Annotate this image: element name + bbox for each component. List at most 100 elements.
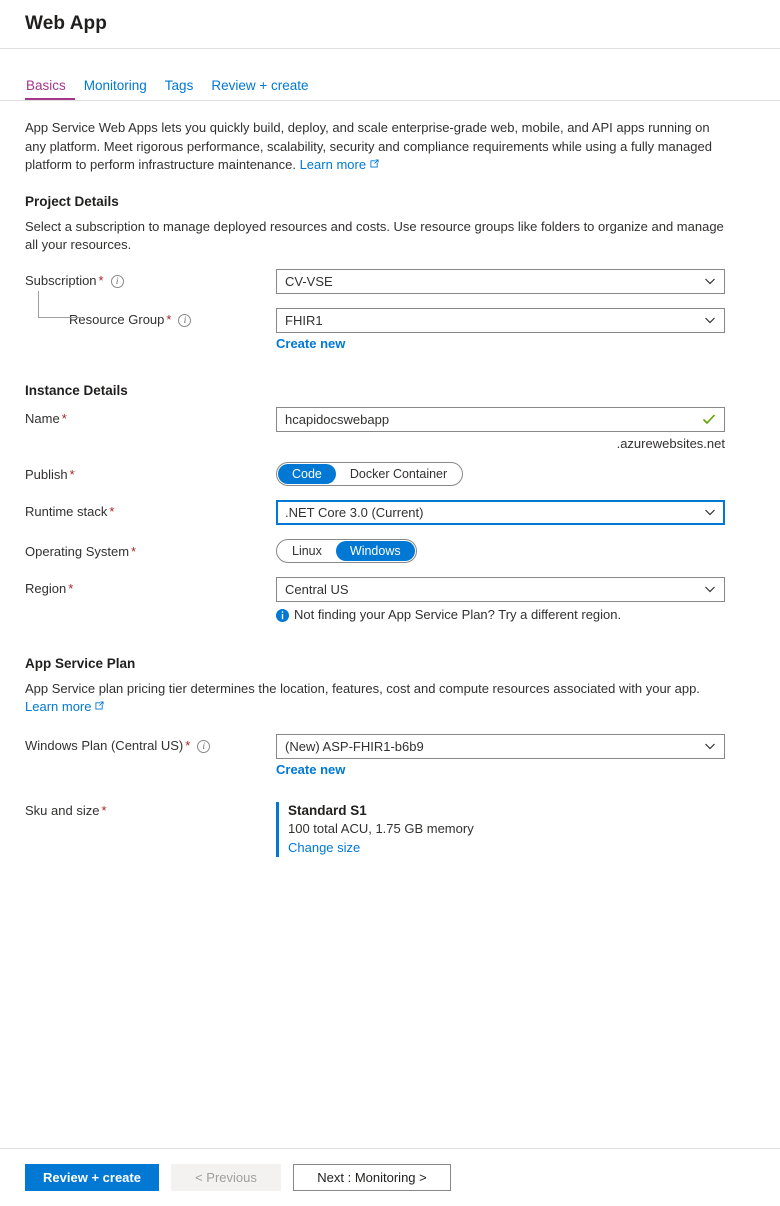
chevron-down-icon [704,314,716,326]
wizard-footer: Review + create < Previous Next : Monito… [0,1148,780,1206]
app-service-plan-learn-more-link[interactable]: Learn more [25,699,91,714]
subscription-label: Subscription * i [25,269,276,289]
intro-learn-more-link[interactable]: Learn more [300,157,366,172]
name-value: hcapidocswebapp [285,411,390,427]
publish-toggle[interactable]: Code Docker Container [276,461,464,486]
sku-required-marker: * [101,802,107,818]
windows-plan-field: (New) ASP-FHIR1-b6b9 Create new [276,733,755,777]
subscription-select[interactable]: CV-VSE [276,268,725,294]
review-create-button[interactable]: Review + create [25,1164,159,1191]
os-option-windows[interactable]: Windows [335,540,415,561]
runtime-stack-label: Runtime stack * [25,500,276,520]
chevron-down-icon [704,275,716,287]
publish-option-docker-container[interactable]: Docker Container [336,464,461,484]
project-details-description: Select a subscription to manage deployed… [25,218,724,253]
name-label-text: Name [25,410,60,426]
external-link-icon [370,159,379,168]
region-label: Region * [25,577,276,597]
resource-group-create-new-link[interactable]: Create new [276,336,345,351]
wizard-tabstrip: Basics Monitoring Tags Review + create [0,49,780,101]
chevron-down-icon [704,506,716,518]
operating-system-required-marker: * [131,543,137,559]
name-required-marker: * [61,410,67,426]
tab-tags[interactable]: Tags [156,78,203,101]
sku-label-text: Sku and size [25,802,100,818]
region-required-marker: * [68,580,74,596]
operating-system-label-text: Operating System [25,543,130,559]
windows-plan-value: (New) ASP-FHIR1-b6b9 [285,738,424,754]
resource-group-label: Resource Group * i [25,308,276,328]
subscription-value: CV-VSE [285,273,333,289]
resource-group-value: FHIR1 [285,312,323,328]
operating-system-toggle[interactable]: Linux Windows [276,538,417,563]
runtime-stack-value: .NET Core 3.0 (Current) [285,504,424,520]
window-titlebar: Web App [0,0,780,49]
region-info-note: Not finding your App Service Plan? Try a… [276,607,755,622]
runtime-stack-field: .NET Core 3.0 (Current) [276,499,755,525]
app-service-plan-heading: App Service Plan [25,655,136,671]
info-circle-icon[interactable]: i [197,739,211,753]
windows-plan-required-marker: * [185,737,191,753]
runtime-stack-select[interactable]: .NET Core 3.0 (Current) [276,499,725,525]
app-service-plan-learn-more-label: Learn more [25,699,92,714]
resource-group-field: FHIR1 Create new [276,307,755,351]
row-subscription: Subscription * i CV-VSE [25,268,755,294]
region-note-text: Not finding your App Service Plan? Try a… [294,606,622,622]
info-filled-icon [276,608,289,622]
sku-field: Standard S1 100 total ACU, 1.75 GB memor… [276,801,755,857]
sku-description: 100 total ACU, 1.75 GB memory [288,821,474,836]
previous-button: < Previous [171,1164,281,1191]
project-details-heading: Project Details [25,193,119,209]
publish-option-code[interactable]: Code [278,463,336,484]
name-input[interactable]: hcapidocswebapp [276,406,725,432]
windows-plan-create-new-link[interactable]: Create new [276,762,345,777]
checkmark-icon [702,412,716,426]
intro-learn-more-label: Learn more [299,157,367,172]
tab-review-create[interactable]: Review + create [202,78,317,101]
next-monitoring-button[interactable]: Next : Monitoring > [293,1164,451,1191]
windows-plan-label: Windows Plan (Central US) * i [25,734,276,754]
resource-group-required-marker: * [166,311,172,327]
instance-details-heading: Instance Details [25,382,128,398]
tab-basics[interactable]: Basics [25,78,75,100]
region-select[interactable]: Central US [276,576,725,602]
sku-change-size-link[interactable]: Change size [288,840,360,855]
os-option-linux[interactable]: Linux [278,541,336,561]
tab-monitoring[interactable]: Monitoring [75,78,156,101]
region-label-text: Region [25,580,67,596]
info-circle-icon[interactable]: i [178,313,192,327]
sku-summary: Standard S1 100 total ACU, 1.75 GB memor… [276,801,755,857]
region-value: Central US [285,581,349,597]
row-windows-plan: Windows Plan (Central US) * i (New) ASP-FH… [25,733,755,777]
region-field: Central US Not finding your App Service … [276,576,755,622]
row-region: Region * Central US Not finding your App … [25,576,755,622]
resource-group-label-text: Resource Group [69,311,165,327]
row-publish: Publish * Code Docker Container [25,461,755,486]
name-domain-suffix: .azurewebsites.net [616,435,725,451]
publish-label: Publish * [25,462,276,483]
runtime-stack-required-marker: * [109,503,115,519]
subscription-label-text: Subscription [25,272,97,288]
sku-label: Sku and size * [25,801,276,819]
sku-title: Standard S1 [288,802,367,818]
external-link-icon [95,701,105,710]
resource-group-select[interactable]: FHIR1 [276,307,725,333]
row-sku-and-size: Sku and size * Standard S1 100 total ACU,… [25,801,755,857]
subscription-field: CV-VSE [276,268,755,294]
row-name: Name * hcapidocswebapp .azurewebsites.net [25,406,755,451]
operating-system-field: Linux Windows [276,538,755,563]
intro-text: App Service Web Apps lets you quickly bu… [25,120,712,172]
basics-form: App Service Web Apps lets you quickly bu… [0,101,780,857]
publish-field: Code Docker Container [276,461,755,486]
chevron-down-icon [704,583,716,595]
info-circle-icon[interactable]: i [110,274,124,288]
windows-plan-select[interactable]: (New) ASP-FHIR1-b6b9 [276,733,725,759]
publish-required-marker: * [69,466,75,482]
runtime-stack-label-text: Runtime stack [25,503,108,519]
subscription-required-marker: * [98,272,104,288]
page-title: Web App [25,13,107,34]
windows-plan-label-text: Windows Plan (Central US) [25,737,184,753]
row-resource-group: Resource Group * i FHIR1 Create new [25,290,755,351]
app-service-plan-description: App Service plan pricing tier determines… [25,680,725,717]
app-service-plan-description-text: App Service plan pricing tier determines… [25,680,700,696]
